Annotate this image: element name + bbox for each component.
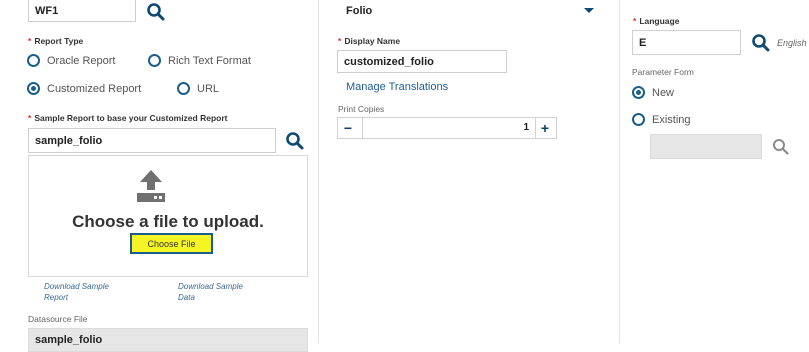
radio-parameter-new[interactable]: New	[632, 86, 674, 99]
download-sample-data-link[interactable]: Download Sample Data	[178, 281, 243, 303]
language-input[interactable]: E	[632, 30, 741, 55]
folio-select[interactable]: Folio	[337, 0, 601, 22]
radio-rich-text-format[interactable]: Rich Text Format	[148, 54, 251, 67]
radio-selected-icon	[632, 86, 645, 99]
upload-icon	[137, 170, 165, 202]
wf-value: WF1	[35, 4, 59, 17]
radio-unselected-icon	[148, 54, 161, 67]
column-divider	[318, 0, 319, 343]
print-copies-input[interactable]: 1	[362, 118, 536, 138]
radio-unselected-icon	[27, 54, 40, 67]
download-sample-report-link[interactable]: Download Sample Report	[44, 281, 109, 303]
print-copies-label: Print Copies	[338, 104, 385, 114]
search-icon[interactable]	[771, 137, 791, 157]
upload-text: Choose a file to upload.	[72, 212, 264, 231]
radio-url[interactable]: URL	[177, 82, 219, 95]
wf-input[interactable]: WF1	[28, 0, 136, 22]
radio-unselected-icon	[177, 82, 190, 95]
plus-icon: +	[540, 120, 550, 136]
minus-button[interactable]: −	[339, 119, 357, 137]
radio-parameter-existing[interactable]: Existing	[632, 113, 691, 126]
language-hint: English	[777, 38, 807, 48]
display-name-label: * Display Name	[338, 36, 401, 46]
plus-button[interactable]: +	[536, 119, 554, 137]
radio-selected-icon	[27, 82, 40, 95]
chevron-down-icon[interactable]	[583, 7, 595, 15]
language-label: * Language	[633, 16, 680, 26]
radio-customized-report[interactable]: Customized Report	[27, 82, 141, 95]
display-name-input[interactable]: customized_folio	[337, 50, 507, 73]
parameter-form-label: Parameter Form	[632, 67, 694, 77]
sample-report-label: * Sample Report to base your Customized R…	[28, 113, 228, 123]
radio-oracle-report[interactable]: Oracle Report	[27, 54, 115, 67]
datasource-file-label: Datasource File	[28, 314, 88, 324]
file-drop-zone[interactable]: Choose a file to upload. Choose File	[28, 155, 308, 277]
report-type-label: * Report Type	[28, 36, 84, 46]
manage-translations-link[interactable]: Manage Translations	[346, 81, 448, 93]
column-divider	[619, 0, 620, 343]
datasource-file-input: sample_folio	[28, 328, 308, 352]
search-icon[interactable]	[146, 2, 166, 22]
sample-report-input[interactable]: sample_folio	[28, 128, 276, 153]
search-icon[interactable]	[751, 33, 771, 53]
search-icon[interactable]	[285, 131, 305, 151]
minus-icon: −	[343, 120, 353, 136]
existing-parameter-form-input	[650, 134, 762, 159]
radio-unselected-icon	[632, 113, 645, 126]
choose-file-button[interactable]: Choose File	[130, 233, 213, 254]
